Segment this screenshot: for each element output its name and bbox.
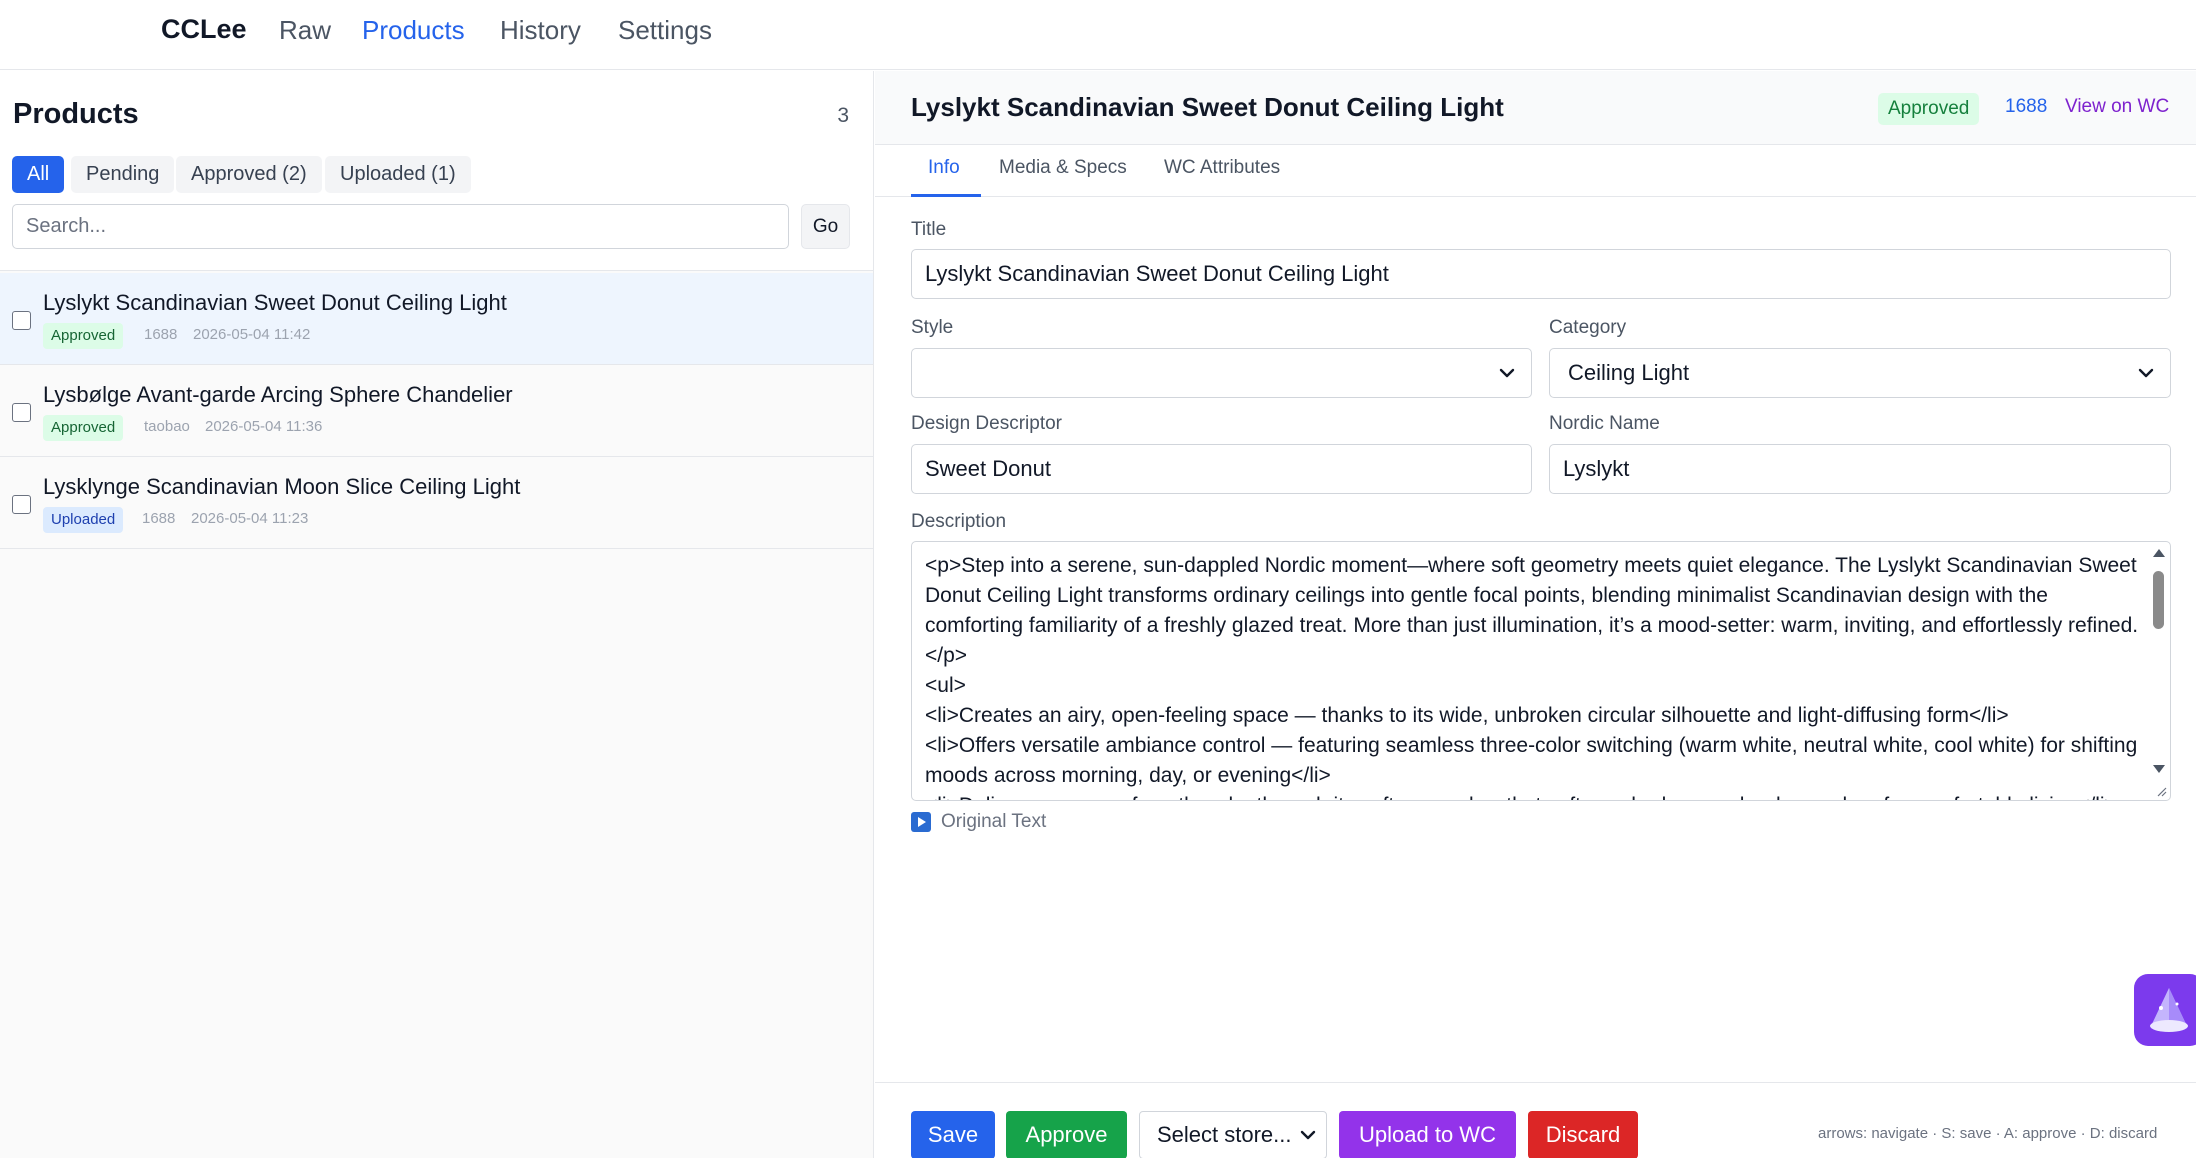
status-badge: Approved (43, 323, 124, 349)
product-row-title: Lysbølge Avant-garde Arcing Sphere Chand… (43, 382, 513, 407)
detail-header: Lyslykt Scandinavian Sweet Donut Ceiling… (875, 71, 2196, 145)
chevron-down-icon (2138, 368, 2154, 378)
filter-pending[interactable]: Pending (71, 156, 175, 193)
approve-button[interactable]: Approve (1006, 1111, 1127, 1158)
tab-info[interactable]: Info (928, 157, 960, 179)
description-text: <p>Step into a serene, sun-dappled Nordi… (925, 554, 2139, 800)
nordic-name-label: Nordic Name (1549, 413, 1660, 434)
description-label: Description (911, 511, 1007, 532)
product-title: Lyslykt Scandinavian Sweet Donut Ceiling… (911, 92, 1504, 122)
product-source: taobao (144, 418, 190, 435)
upload-to-wc-button[interactable]: Upload to WC (1339, 1111, 1516, 1158)
scroll-up-icon[interactable] (2153, 549, 2165, 557)
product-row[interactable]: Lysklynge Scandinavian Moon Slice Ceilin… (0, 457, 873, 549)
checkbox-icon[interactable] (12, 403, 31, 422)
discard-button[interactable]: Discard (1528, 1111, 1638, 1158)
product-row[interactable]: Lyslykt Scandinavian Sweet Donut Ceiling… (0, 273, 873, 365)
assistant-icon (2150, 988, 2188, 1032)
product-row-title: Lyslykt Scandinavian Sweet Donut Ceiling… (43, 290, 507, 315)
style-label: Style (911, 317, 954, 338)
scroll-down-icon[interactable] (2153, 765, 2165, 773)
store-select-value: Select store... (1157, 1122, 1292, 1147)
status-badge: Approved (43, 415, 124, 441)
status-badge: Approved (1878, 93, 1980, 125)
product-count: 3 (837, 104, 849, 127)
assistant-fab[interactable] (2134, 974, 2196, 1046)
tab-media-specs[interactable]: Media & Specs (999, 157, 1127, 179)
chevron-down-icon (1499, 368, 1515, 378)
view-on-wc-link[interactable]: View on WC (2065, 96, 2169, 118)
top-navbar: CCLee Raw Products History Settings (0, 0, 2196, 70)
original-text-label: Original Text (941, 811, 1047, 832)
nav-raw[interactable]: Raw (279, 15, 331, 46)
category-label: Category (1549, 317, 1627, 338)
product-row-title: Lysklynge Scandinavian Moon Slice Ceilin… (43, 474, 521, 499)
source-link[interactable]: 1688 (2005, 96, 2047, 118)
product-date: 2026-05-04 11:36 (205, 418, 323, 435)
checkbox-icon[interactable] (12, 495, 31, 514)
filter-uploaded[interactable]: Uploaded (1) (325, 156, 471, 193)
title-input[interactable]: Lyslykt Scandinavian Sweet Donut Ceiling… (911, 249, 2171, 299)
description-scrollbar[interactable] (2147, 543, 2169, 799)
search-input[interactable] (12, 204, 789, 249)
title-label: Title (911, 219, 947, 240)
nordic-name-input[interactable]: Lyslykt (1549, 444, 2171, 494)
active-tab-indicator (911, 194, 981, 197)
product-source: 1688 (142, 510, 176, 527)
checkbox-icon[interactable] (12, 311, 31, 330)
description-textarea[interactable]: <p>Step into a serene, sun-dappled Nordi… (911, 541, 2171, 801)
product-date: 2026-05-04 11:23 (191, 510, 309, 527)
product-detail-panel: Lyslykt Scandinavian Sweet Donut Ceiling… (875, 71, 2196, 1158)
style-select[interactable] (911, 348, 1532, 398)
chevron-down-icon (1300, 1130, 1316, 1140)
keyboard-hint: arrows: navigate · S: save · A: approve … (1818, 1125, 2158, 1142)
resize-handle-icon[interactable] (2155, 785, 2167, 797)
product-source: 1688 (144, 326, 178, 343)
scroll-thumb[interactable] (2153, 571, 2164, 629)
save-button[interactable]: Save (911, 1111, 995, 1158)
category-value: Ceiling Light (1568, 360, 1690, 385)
nav-products[interactable]: Products (362, 15, 465, 46)
filter-all[interactable]: All (12, 156, 65, 193)
filter-approved[interactable]: Approved (2) (176, 156, 322, 193)
status-badge: Uploaded (43, 507, 124, 533)
go-button[interactable]: Go (801, 204, 850, 249)
panel-title: Products (13, 98, 139, 130)
product-row[interactable]: Lysbølge Avant-garde Arcing Sphere Chand… (0, 365, 873, 457)
product-date: 2026-05-04 11:42 (193, 326, 311, 343)
detail-tabs: Info Media & Specs WC Attributes (875, 145, 2196, 197)
brand-logo[interactable]: CCLee (161, 14, 247, 45)
design-descriptor-input[interactable]: Sweet Donut (911, 444, 1532, 494)
category-select[interactable]: Ceiling Light (1549, 348, 2171, 398)
action-bar: Save Approve Select store... Upload to W… (875, 1082, 2196, 1158)
product-list-panel: Products 3 All Pending Approved (2) Uplo… (0, 71, 874, 1158)
nav-history[interactable]: History (500, 15, 581, 46)
store-select[interactable]: Select store... (1139, 1111, 1327, 1158)
tab-wc-attributes[interactable]: WC Attributes (1164, 157, 1280, 179)
play-triangle-icon (911, 812, 931, 832)
nav-settings[interactable]: Settings (618, 15, 712, 46)
product-list-header: Products 3 All Pending Approved (2) Uplo… (0, 71, 873, 271)
design-descriptor-label: Design Descriptor (911, 413, 1062, 434)
